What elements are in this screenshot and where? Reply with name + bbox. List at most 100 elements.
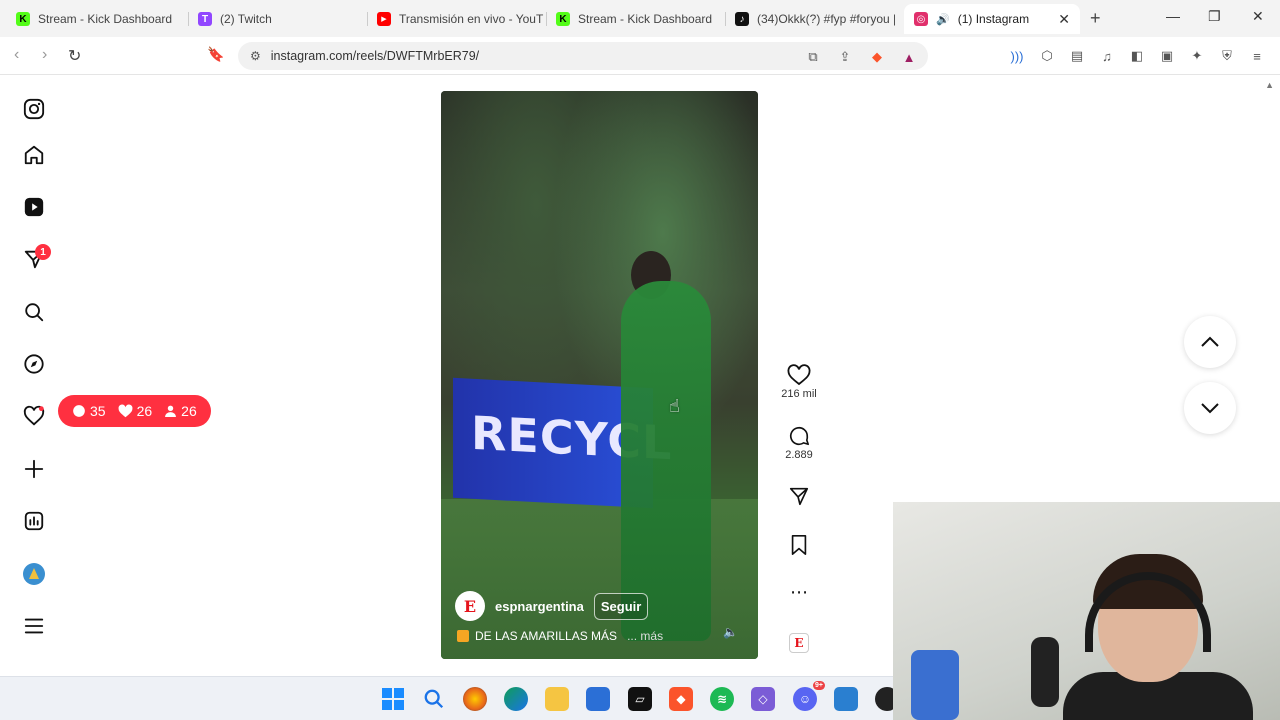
twitch-icon: T [198,12,212,26]
share-button[interactable] [780,485,818,507]
dashboard-icon[interactable] [22,509,46,533]
browser-tab-bar: K Stream - Kick Dashboard T (2) Twitch ▶… [0,0,1280,37]
mute-icon[interactable]: 🔈 [723,625,738,639]
instagram-logo-icon[interactable] [22,97,46,121]
app-orb-icon[interactable] [463,687,487,711]
caption-more-link[interactable]: ... más [627,629,663,643]
tab-label: Stream - Kick Dashboard [38,12,173,26]
yellow-card-icon [457,630,469,642]
audio-thumbnail[interactable]: E [789,633,809,653]
close-icon[interactable]: ✕ [1058,11,1070,28]
save-button[interactable] [780,534,818,556]
file-explorer-icon[interactable] [545,687,569,711]
home-icon[interactable] [22,143,46,167]
search-taskbar-icon[interactable] [422,687,446,711]
wallet-icon[interactable]: ▣ [1158,47,1176,65]
discord-icon[interactable]: ☺ 9+ [793,681,825,711]
tab-twitch[interactable]: T (2) Twitch [188,4,368,34]
explore-icon[interactable] [22,352,46,376]
comments-count: 35 [72,403,106,419]
menu-icon[interactable]: ≡ [1248,47,1266,65]
brave-browser-icon[interactable]: ◆ [669,687,693,711]
vpn-app-icon[interactable]: ◇ [751,687,775,711]
more-menu-icon[interactable] [22,614,46,638]
windows-start-icon[interactable] [381,687,405,711]
next-reel-button[interactable] [1184,382,1236,434]
tab-instagram[interactable]: ◎ 🔊 (1) Instagram ✕ [904,4,1080,34]
reel-video[interactable]: RECYCL E espnargentina Seguir DE LAS AMA… [441,91,758,659]
bookmark-icon[interactable]: 🔖 [207,46,224,63]
wallet-connect-icon[interactable]: ))) [1008,47,1026,65]
tab-label: Transmisión en vivo - YouT [399,12,544,26]
restore-button[interactable]: ❐ [1208,8,1221,25]
follow-button[interactable]: Seguir [593,592,649,620]
likes-count-label: 216 mil [781,388,817,400]
scroll-up-arrow[interactable]: ▲ [1265,80,1274,90]
brave-rewards-icon[interactable]: ▲ [900,48,918,66]
reels-icon[interactable] [22,195,46,219]
reel-caption[interactable]: DE LAS AMARILLAS MÁS ... más [457,629,663,643]
more-options-button[interactable]: ⋯ [780,582,818,603]
notifications-heart-icon[interactable] [22,404,46,428]
create-icon[interactable] [22,457,46,481]
youtube-icon: ▶ [377,12,391,26]
edge-browser-icon[interactable] [504,687,528,711]
account-name[interactable]: espnargentina [495,599,584,614]
ellipsis-icon: ⋯ [790,582,808,602]
vpn-icon[interactable]: ⛨ [1218,47,1236,65]
open-external-icon[interactable]: ⧉ [804,48,822,66]
minimize-button[interactable]: — [1166,8,1180,24]
terminal-icon[interactable]: ▱ [628,687,652,711]
browser-toolbar: ‹ › ↻ 🔖 ⚙ instagram.com/reels/DWFTMrbER7… [0,37,1280,75]
profile-avatar[interactable] [22,562,46,586]
tab-kick-dashboard-2[interactable]: K Stream - Kick Dashboard [546,4,726,34]
notifications-summary-pill[interactable]: 35 26 26 [58,395,211,427]
store-icon[interactable] [586,687,610,711]
chevron-down-icon [1201,403,1219,414]
reload-button[interactable]: ↻ [68,46,81,66]
speaker-icon[interactable]: 🔊 [936,13,950,26]
tab-label: (2) Twitch [220,12,272,26]
microphone-image [1031,637,1059,707]
search-icon[interactable] [22,300,46,324]
mouse-cursor-icon: ☝ [669,396,680,416]
brave-shield-icon[interactable]: ◆ [868,48,886,66]
tiktok-icon: ♪ [735,12,749,26]
comment-button[interactable]: 2.889 [780,425,818,461]
share-paper-plane-icon [789,487,809,506]
address-bar[interactable]: ⚙ instagram.com/reels/DWFTMrbER79/ ⧉ ⇪ ◆… [238,42,928,70]
window-close-button[interactable]: ✕ [1252,8,1264,25]
tab-youtube[interactable]: ▶ Transmisión en vivo - YouT [367,4,547,34]
url-text: instagram.com/reels/DWFTMrbER79/ [270,49,480,63]
discord-badge: 9+ [813,681,825,690]
bookmark-save-icon [791,535,807,555]
webcam-overlay [893,502,1280,720]
previous-reel-button[interactable] [1184,316,1236,368]
follows-count: 26 [164,403,197,419]
back-button[interactable]: ‹ [14,46,19,64]
spotify-icon[interactable]: ≋ [710,687,734,711]
like-button[interactable]: 216 mil [780,364,818,400]
comments-count-label: 2.889 [785,449,813,461]
comment-icon [73,405,85,417]
new-tab-button[interactable]: + [1090,8,1101,29]
site-settings-icon[interactable]: ⚙ [250,49,261,63]
tab-label: (1) Instagram [957,12,1030,26]
account-avatar[interactable]: E [455,591,485,621]
heart-icon [118,404,133,418]
photos-app-icon[interactable] [834,687,858,711]
tab-tiktok[interactable]: ♪ (34)Okkk(?) #fyp #foryou | [725,4,895,34]
tab-kick-dashboard-1[interactable]: K Stream - Kick Dashboard [6,4,186,34]
reel-account-row: E espnargentina Seguir [455,591,649,621]
media-icon[interactable]: ♫ [1098,47,1116,65]
like-heart-icon [787,364,811,386]
water-bottle-image [911,650,959,720]
instagram-icon: ◎ [914,12,928,26]
leo-ai-icon[interactable]: ✦ [1188,47,1206,65]
reader-icon[interactable]: ▤ [1068,47,1086,65]
sidebar-toggle-icon[interactable]: ◧ [1128,47,1146,65]
extensions-icon[interactable]: ⬡ [1038,47,1056,65]
forward-button[interactable]: › [42,46,47,64]
kick-icon: K [556,12,570,26]
share-icon[interactable]: ⇪ [836,48,854,66]
